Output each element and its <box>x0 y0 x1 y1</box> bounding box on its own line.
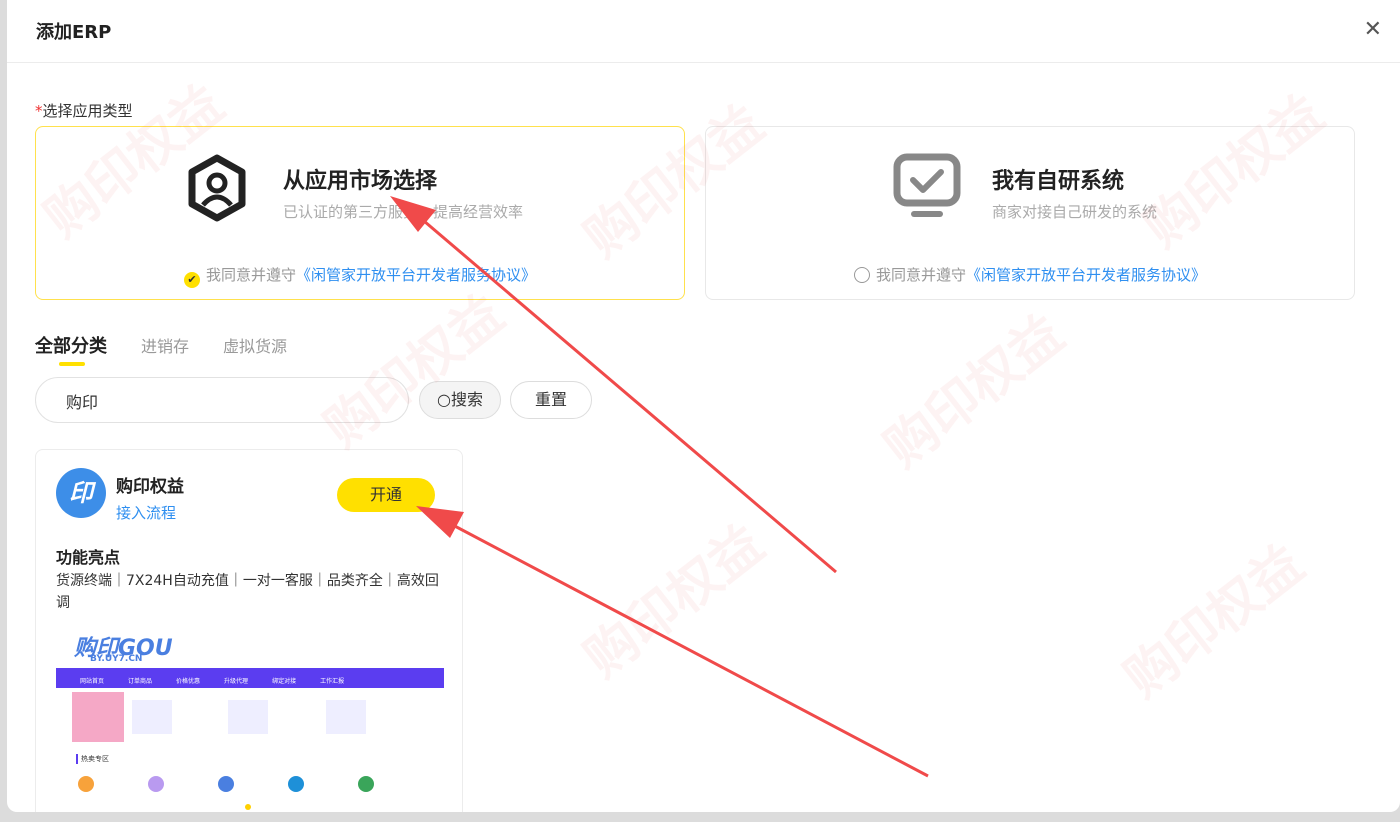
search-input[interactable] <box>64 390 368 411</box>
open-button[interactable]: 开通 <box>337 478 435 512</box>
watermark: 购印权益 <box>873 304 1075 480</box>
screenshot-domain: BY.UY7.CN <box>90 654 143 664</box>
search-icon: ○ <box>437 390 451 409</box>
screenshot-category-icon <box>218 776 234 792</box>
tab-all[interactable]: 全部分类 <box>35 332 107 366</box>
tab-virtual-goods[interactable]: 虚拟货源 <box>223 333 287 357</box>
screenshot-nav-item: 升级代理 <box>224 678 249 685</box>
screenshot-category-icon <box>358 776 374 792</box>
screenshot-nav: 网站首页 订单商品 价格优惠 升级代理 绑定对接 工作汇报 <box>56 668 444 688</box>
agree-text: 我同意并遵守 <box>875 266 966 284</box>
app-card: 印 购印权益 接入流程 开通 功能亮点 货源终端｜7X24H自动充值｜一对一客服… <box>35 449 463 812</box>
close-icon[interactable]: ✕ <box>1364 18 1382 42</box>
agreement: ✔ 我同意并遵守《闲管家开放平台开发者服务协议》 <box>36 264 684 288</box>
app-screenshot: 购印GOU BY.UY7.CN 网站首页 订单商品 价格优惠 升级代理 绑定对接 工作汇报… <box>56 626 444 812</box>
modal-header: 添加ERP ✕ <box>7 0 1400 63</box>
search-button-label: 搜索 <box>450 390 483 409</box>
screenshot-category-icon <box>288 776 304 792</box>
card-title: 从应用市场选择 <box>283 169 438 194</box>
modal-title: 添加ERP <box>36 22 112 43</box>
watermark: 购印权益 <box>313 284 515 460</box>
screenshot-product <box>228 700 268 734</box>
screenshot-product <box>132 700 172 734</box>
checkbox-unchecked-icon[interactable] <box>853 267 870 283</box>
monitor-check-icon <box>891 153 963 225</box>
screenshot-banner <box>72 692 124 742</box>
card-subtitle: 商家对接自己研发的系统 <box>992 203 1158 221</box>
screenshot-category-icon <box>148 776 164 792</box>
user-badge-icon <box>184 153 250 227</box>
carousel-dot <box>245 804 251 810</box>
category-tabs: 全部分类 进销存 虚拟货源 <box>35 332 321 366</box>
required-mark: * <box>35 102 43 120</box>
card-subtitle: 已认证的第三方服务，提高经营效率 <box>283 203 524 221</box>
agreement-link[interactable]: 《闲管家开放平台开发者服务协议》 <box>296 266 536 284</box>
watermark: 购印权益 <box>1113 534 1315 710</box>
app-type-label: *选择应用类型 <box>35 100 133 121</box>
agreement-link[interactable]: 《闲管家开放平台开发者服务协议》 <box>966 266 1206 284</box>
watermark: 购印权益 <box>573 514 775 690</box>
search-button[interactable]: ○搜索 <box>419 381 501 419</box>
features-title: 功能亮点 <box>56 544 125 568</box>
screenshot-category-icon <box>78 776 94 792</box>
app-logo: 印 <box>56 468 106 518</box>
checkbox-checked-icon[interactable]: ✔ <box>183 272 200 288</box>
integration-flow-link[interactable]: 接入流程 <box>116 502 176 523</box>
screenshot-hot-label: 热卖专区 <box>76 754 109 764</box>
tab-inventory[interactable]: 进销存 <box>141 333 189 357</box>
screenshot-nav-item: 订单商品 <box>128 678 153 685</box>
screenshot-product <box>326 700 366 734</box>
screenshot-nav-item: 网站首页 <box>80 678 105 685</box>
agree-text: 我同意并遵守 <box>205 266 296 284</box>
card-title: 我有自研系统 <box>992 169 1125 194</box>
screenshot-nav-item: 工作汇报 <box>320 678 345 685</box>
app-type-label-text: 选择应用类型 <box>42 102 133 120</box>
search-box <box>35 377 409 423</box>
screenshot-nav-item: 价格优惠 <box>176 678 201 685</box>
app-name: 购印权益 <box>116 477 184 497</box>
card-app-market[interactable]: 从应用市场选择 已认证的第三方服务，提高经营效率 ✔ 我同意并遵守《闲管家开放平台… <box>35 126 685 300</box>
add-erp-modal: 添加ERP ✕ *选择应用类型 从应用市场选择 已认证的第三方服务，提高经营效率… <box>7 0 1400 812</box>
agreement: 我同意并遵守《闲管家开放平台开发者服务协议》 <box>706 264 1354 285</box>
screenshot-nav-item: 绑定对接 <box>272 678 297 685</box>
card-self-developed[interactable]: 我有自研系统 商家对接自己研发的系统 我同意并遵守《闲管家开放平台开发者服务协议… <box>705 126 1355 300</box>
reset-button[interactable]: 重置 <box>510 381 592 419</box>
features-text: 货源终端｜7X24H自动充值｜一对一客服｜品类齐全｜高效回调 <box>56 573 439 611</box>
